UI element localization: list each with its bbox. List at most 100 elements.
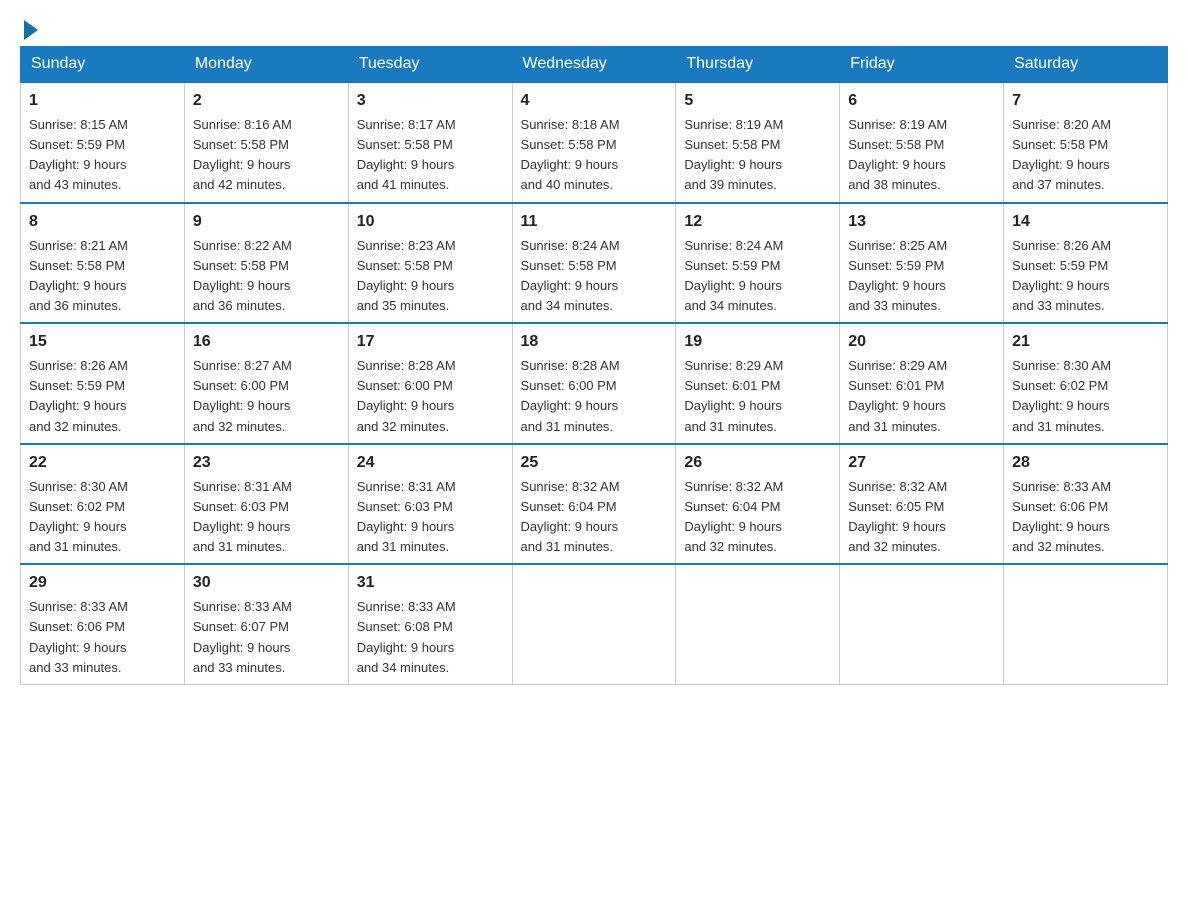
day-info: Sunrise: 8:33 AMSunset: 6:06 PMDaylight:… bbox=[29, 599, 128, 674]
calendar-header-row: SundayMondayTuesdayWednesdayThursdayFrid… bbox=[21, 47, 1168, 83]
day-number: 18 bbox=[521, 330, 668, 354]
calendar-day-cell: 17Sunrise: 8:28 AMSunset: 6:00 PMDayligh… bbox=[348, 323, 512, 444]
day-info: Sunrise: 8:24 AMSunset: 5:59 PMDaylight:… bbox=[684, 238, 783, 313]
calendar-day-cell: 24 Sunrise: 8:31 AMSunset: 6:03 PMDayligh… bbox=[348, 444, 512, 565]
day-info: Sunrise: 8:24 AMSunset: 5:58 PMDaylight:… bbox=[521, 238, 620, 313]
day-info: Sunrise: 8:18 AMSunset: 5:58 PMDaylight:… bbox=[521, 117, 620, 192]
calendar-day-cell: 18Sunrise: 8:28 AMSunset: 6:00 PMDayligh… bbox=[512, 323, 676, 444]
day-of-week-header: Wednesday bbox=[512, 47, 676, 83]
calendar-day-cell: 13 Sunrise: 8:25 AMSunset: 5:59 PMDayligh… bbox=[840, 203, 1004, 324]
day-of-week-header: Saturday bbox=[1004, 47, 1168, 83]
day-number: 5 bbox=[684, 89, 831, 113]
day-number: 19 bbox=[684, 330, 831, 354]
calendar-day-cell: 15 Sunrise: 8:26 AMSunset: 5:59 PMDayligh… bbox=[21, 323, 185, 444]
day-info: Sunrise: 8:32 AMSunset: 6:05 PMDaylight:… bbox=[848, 479, 947, 554]
day-number: 23 bbox=[193, 451, 340, 475]
day-info: Sunrise: 8:25 AMSunset: 5:59 PMDaylight:… bbox=[848, 238, 947, 313]
calendar-day-cell: 11 Sunrise: 8:24 AMSunset: 5:58 PMDayligh… bbox=[512, 203, 676, 324]
day-info: Sunrise: 8:21 AMSunset: 5:58 PMDaylight:… bbox=[29, 238, 128, 313]
day-of-week-header: Sunday bbox=[21, 47, 185, 83]
calendar-day-cell bbox=[840, 564, 1004, 684]
calendar-day-cell bbox=[512, 564, 676, 684]
logo-arrow-icon bbox=[24, 20, 38, 40]
calendar-week-row: 8 Sunrise: 8:21 AMSunset: 5:58 PMDaylight… bbox=[21, 203, 1168, 324]
calendar-day-cell: 20 Sunrise: 8:29 AMSunset: 6:01 PMDayligh… bbox=[840, 323, 1004, 444]
calendar-day-cell bbox=[1004, 564, 1168, 684]
calendar-day-cell: 16 Sunrise: 8:27 AMSunset: 6:00 PMDayligh… bbox=[184, 323, 348, 444]
day-number: 2 bbox=[193, 89, 340, 113]
day-number: 4 bbox=[521, 89, 668, 113]
calendar-day-cell: 10 Sunrise: 8:23 AMSunset: 5:58 PMDayligh… bbox=[348, 203, 512, 324]
day-number: 22 bbox=[29, 451, 176, 475]
day-info: Sunrise: 8:17 AMSunset: 5:58 PMDaylight:… bbox=[357, 117, 456, 192]
day-number: 13 bbox=[848, 210, 995, 234]
calendar-day-cell: 28 Sunrise: 8:33 AMSunset: 6:06 PMDayligh… bbox=[1004, 444, 1168, 565]
day-info: Sunrise: 8:15 AMSunset: 5:59 PMDaylight:… bbox=[29, 117, 128, 192]
calendar-day-cell: 6 Sunrise: 8:19 AMSunset: 5:58 PMDaylight… bbox=[840, 82, 1004, 203]
day-info: Sunrise: 8:27 AMSunset: 6:00 PMDaylight:… bbox=[193, 358, 292, 433]
calendar-day-cell: 23 Sunrise: 8:31 AMSunset: 6:03 PMDayligh… bbox=[184, 444, 348, 565]
calendar-day-cell: 14 Sunrise: 8:26 AMSunset: 5:59 PMDayligh… bbox=[1004, 203, 1168, 324]
calendar-day-cell: 30Sunrise: 8:33 AMSunset: 6:07 PMDayligh… bbox=[184, 564, 348, 684]
day-info: Sunrise: 8:29 AMSunset: 6:01 PMDaylight:… bbox=[684, 358, 783, 433]
calendar-day-cell: 8 Sunrise: 8:21 AMSunset: 5:58 PMDaylight… bbox=[21, 203, 185, 324]
calendar-day-cell: 1 Sunrise: 8:15 AMSunset: 5:59 PMDaylight… bbox=[21, 82, 185, 203]
day-info: Sunrise: 8:32 AMSunset: 6:04 PMDaylight:… bbox=[684, 479, 783, 554]
calendar-day-cell: 5 Sunrise: 8:19 AMSunset: 5:58 PMDaylight… bbox=[676, 82, 840, 203]
day-info: Sunrise: 8:22 AMSunset: 5:58 PMDaylight:… bbox=[193, 238, 292, 313]
day-number: 3 bbox=[357, 89, 504, 113]
day-info: Sunrise: 8:33 AMSunset: 6:07 PMDaylight:… bbox=[193, 599, 292, 674]
day-info: Sunrise: 8:19 AMSunset: 5:58 PMDaylight:… bbox=[848, 117, 947, 192]
day-number: 25 bbox=[521, 451, 668, 475]
calendar-day-cell: 21 Sunrise: 8:30 AMSunset: 6:02 PMDayligh… bbox=[1004, 323, 1168, 444]
day-number: 15 bbox=[29, 330, 176, 354]
day-number: 9 bbox=[193, 210, 340, 234]
day-number: 20 bbox=[848, 330, 995, 354]
day-number: 31 bbox=[357, 571, 504, 595]
day-number: 14 bbox=[1012, 210, 1159, 234]
day-number: 12 bbox=[684, 210, 831, 234]
page-header bbox=[20, 20, 1168, 36]
day-number: 11 bbox=[521, 210, 668, 234]
calendar-week-row: 15 Sunrise: 8:26 AMSunset: 5:59 PMDayligh… bbox=[21, 323, 1168, 444]
day-of-week-header: Tuesday bbox=[348, 47, 512, 83]
calendar-week-row: 22 Sunrise: 8:30 AMSunset: 6:02 PMDayligh… bbox=[21, 444, 1168, 565]
day-info: Sunrise: 8:20 AMSunset: 5:58 PMDaylight:… bbox=[1012, 117, 1111, 192]
day-info: Sunrise: 8:30 AMSunset: 6:02 PMDaylight:… bbox=[29, 479, 128, 554]
day-number: 1 bbox=[29, 89, 176, 113]
day-info: Sunrise: 8:30 AMSunset: 6:02 PMDaylight:… bbox=[1012, 358, 1111, 433]
day-number: 8 bbox=[29, 210, 176, 234]
calendar-day-cell bbox=[676, 564, 840, 684]
day-number: 24 bbox=[357, 451, 504, 475]
day-info: Sunrise: 8:23 AMSunset: 5:58 PMDaylight:… bbox=[357, 238, 456, 313]
day-number: 16 bbox=[193, 330, 340, 354]
day-number: 29 bbox=[29, 571, 176, 595]
calendar-table: SundayMondayTuesdayWednesdayThursdayFrid… bbox=[20, 46, 1168, 685]
day-number: 28 bbox=[1012, 451, 1159, 475]
day-info: Sunrise: 8:33 AMSunset: 6:08 PMDaylight:… bbox=[357, 599, 456, 674]
day-number: 21 bbox=[1012, 330, 1159, 354]
day-info: Sunrise: 8:31 AMSunset: 6:03 PMDaylight:… bbox=[193, 479, 292, 554]
day-number: 10 bbox=[357, 210, 504, 234]
day-info: Sunrise: 8:26 AMSunset: 5:59 PMDaylight:… bbox=[1012, 238, 1111, 313]
day-of-week-header: Friday bbox=[840, 47, 1004, 83]
day-number: 17 bbox=[357, 330, 504, 354]
day-number: 6 bbox=[848, 89, 995, 113]
calendar-week-row: 1 Sunrise: 8:15 AMSunset: 5:59 PMDaylight… bbox=[21, 82, 1168, 203]
day-info: Sunrise: 8:32 AMSunset: 6:04 PMDaylight:… bbox=[521, 479, 620, 554]
calendar-day-cell: 26Sunrise: 8:32 AMSunset: 6:04 PMDayligh… bbox=[676, 444, 840, 565]
calendar-day-cell: 29 Sunrise: 8:33 AMSunset: 6:06 PMDayligh… bbox=[21, 564, 185, 684]
day-of-week-header: Thursday bbox=[676, 47, 840, 83]
day-info: Sunrise: 8:29 AMSunset: 6:01 PMDaylight:… bbox=[848, 358, 947, 433]
day-info: Sunrise: 8:31 AMSunset: 6:03 PMDaylight:… bbox=[357, 479, 456, 554]
day-of-week-header: Monday bbox=[184, 47, 348, 83]
logo bbox=[20, 20, 38, 36]
day-number: 27 bbox=[848, 451, 995, 475]
day-info: Sunrise: 8:16 AMSunset: 5:58 PMDaylight:… bbox=[193, 117, 292, 192]
calendar-week-row: 29 Sunrise: 8:33 AMSunset: 6:06 PMDayligh… bbox=[21, 564, 1168, 684]
day-info: Sunrise: 8:19 AMSunset: 5:58 PMDaylight:… bbox=[684, 117, 783, 192]
calendar-day-cell: 27 Sunrise: 8:32 AMSunset: 6:05 PMDayligh… bbox=[840, 444, 1004, 565]
day-info: Sunrise: 8:33 AMSunset: 6:06 PMDaylight:… bbox=[1012, 479, 1111, 554]
day-info: Sunrise: 8:26 AMSunset: 5:59 PMDaylight:… bbox=[29, 358, 128, 433]
calendar-day-cell: 25 Sunrise: 8:32 AMSunset: 6:04 PMDayligh… bbox=[512, 444, 676, 565]
